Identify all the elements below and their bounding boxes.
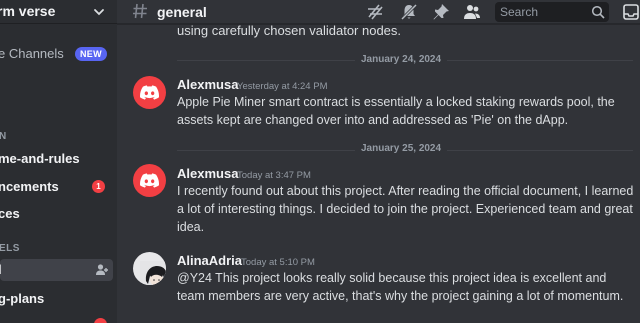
search-input[interactable]: Search (495, 2, 609, 22)
discord-logo-icon (140, 173, 159, 188)
message-text: @Y24 This project looks really solid bec… (177, 271, 624, 303)
browse-channels-item[interactable]: e Channels NEW (0, 43, 117, 65)
avatar[interactable] (133, 164, 166, 197)
add-user-icon[interactable] (95, 263, 109, 277)
browse-channels-label: e Channels (0, 46, 64, 61)
sidebar-item-resources[interactable]: ces (0, 203, 115, 225)
threads-icon[interactable] (366, 3, 384, 21)
chevron-down-icon (94, 9, 104, 16)
channel-label: ces (0, 206, 20, 221)
message-timestamp: Yesterday at 4:24 PM (237, 81, 328, 92)
message-author[interactable]: Alexmusa (177, 77, 238, 92)
date-divider-label: January 25, 2024 (355, 143, 448, 154)
message-text: Apple Pie Miner smart contract is essent… (177, 95, 615, 127)
hashtag-icon (133, 3, 147, 19)
avatar[interactable] (133, 252, 166, 285)
message-list: using carefully chosen validator nodes. … (117, 24, 640, 323)
pin-icon[interactable] (432, 3, 450, 21)
category-label[interactable]: N (0, 131, 7, 142)
sidebar-item-plans[interactable]: g-plans (0, 288, 115, 310)
category-label[interactable]: ELS (0, 243, 20, 254)
message-author[interactable]: AlinaAdria (177, 253, 242, 268)
avatar[interactable] (133, 76, 166, 109)
date-divider-label: January 24, 2024 (355, 54, 448, 65)
message-timestamp: Today at 3:47 PM (237, 170, 311, 181)
message-text: I recently found out about this project.… (177, 184, 634, 234)
channel-label: ncements (0, 179, 59, 194)
notification-muted-icon[interactable] (400, 3, 418, 21)
member-list-icon[interactable] (463, 3, 481, 21)
new-badge: NEW (75, 47, 107, 61)
inbox-icon[interactable] (622, 3, 640, 21)
search-icon (591, 5, 605, 19)
sidebar-item-general[interactable]: l (0, 259, 113, 281)
user-photo-icon (140, 261, 166, 285)
channel-label: me-and-rules (0, 151, 80, 166)
search-placeholder: Search (500, 5, 539, 19)
message-author[interactable]: Alexmusa (177, 166, 238, 181)
server-name: rm verse (0, 3, 56, 19)
unread-count-badge (94, 318, 107, 323)
unread-count-badge: 1 (92, 180, 105, 193)
server-header[interactable]: rm verse (0, 0, 117, 24)
channel-label: g-plans (0, 291, 45, 306)
channel-sidebar: rm verse e Channels NEW N me-and-rules n… (0, 0, 117, 323)
sidebar-item-rules[interactable]: me-and-rules (0, 148, 115, 170)
page-title: general (157, 4, 207, 20)
channel-label: l (0, 262, 2, 277)
message-timestamp: Today at 5:10 PM (241, 257, 315, 268)
channel-header: general Search (117, 0, 640, 24)
message-text: using carefully chosen validator nodes. (177, 24, 402, 38)
discord-logo-icon (140, 85, 159, 100)
sidebar-item-announcements[interactable]: ncements 1 (0, 176, 115, 198)
